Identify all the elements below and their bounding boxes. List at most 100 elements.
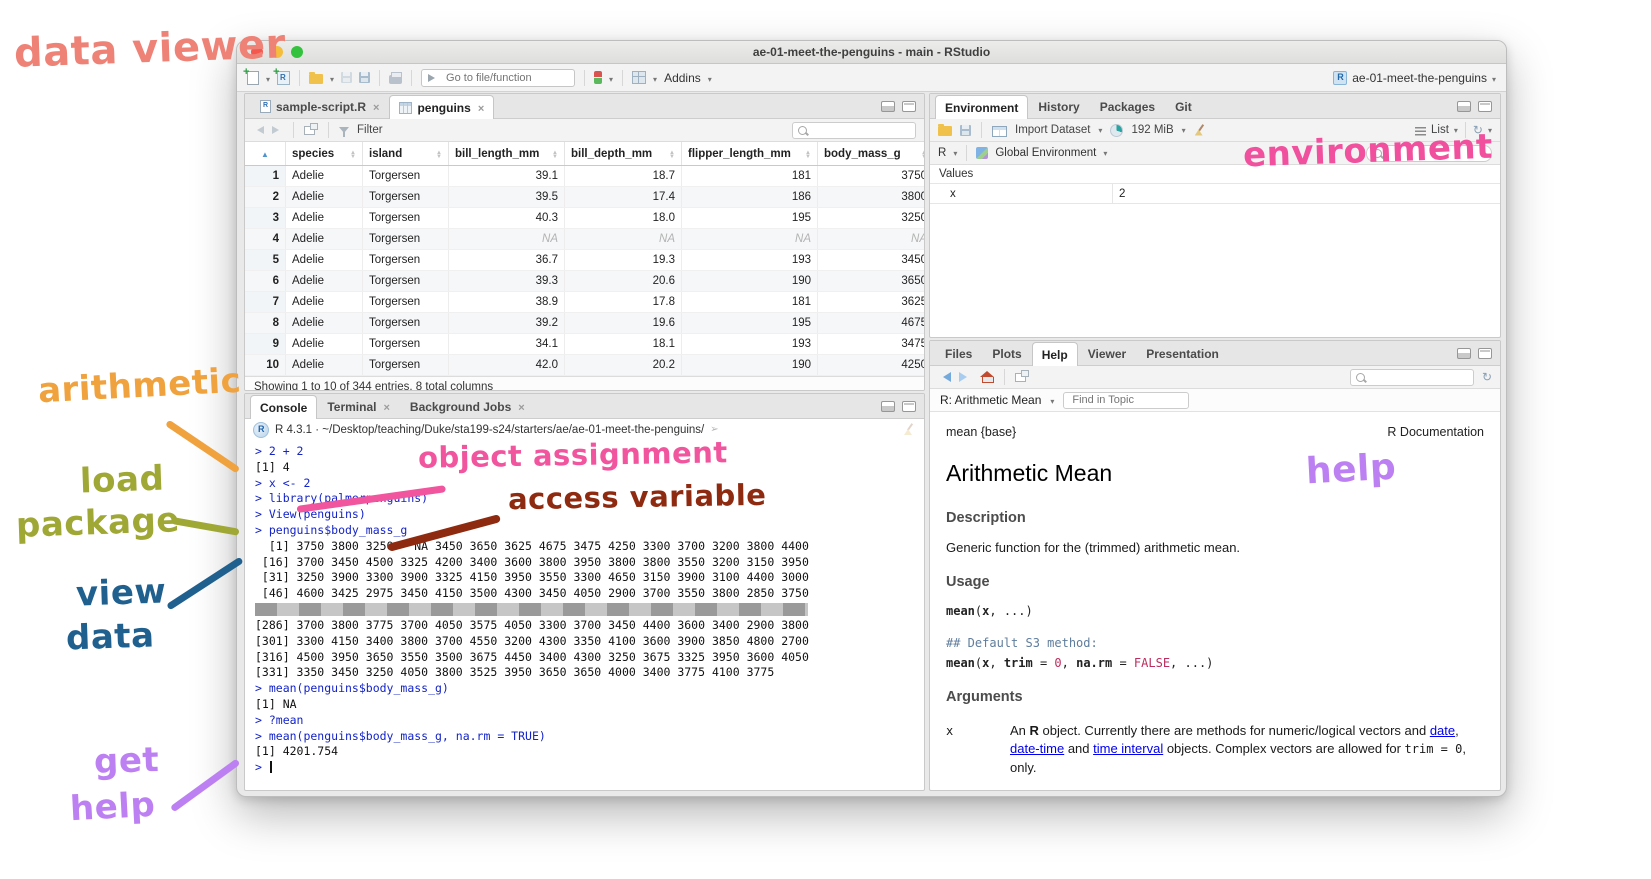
table-row[interactable]: 6AdelieTorgersen39.320.61903650male20 xyxy=(245,271,925,292)
addins-menu[interactable]: Addins xyxy=(664,71,701,85)
zoom-window-button[interactable] xyxy=(291,46,303,58)
maximize-pane-icon[interactable] xyxy=(902,401,916,412)
version-control-icon[interactable] xyxy=(594,71,602,84)
table-row[interactable]: 2AdelieTorgersen39.517.41863800female20 xyxy=(245,187,925,208)
environment-value-row[interactable]: x2 xyxy=(930,184,1500,204)
sort-toggle-icon[interactable] xyxy=(552,151,558,159)
project-menu[interactable]: ae-01-meet-the-penguins xyxy=(1333,71,1496,85)
data-viewer-search-input[interactable] xyxy=(811,123,903,137)
help-topic-caret-icon[interactable] xyxy=(1050,393,1054,407)
sort-toggle-icon[interactable] xyxy=(669,151,675,159)
minimize-pane-icon[interactable] xyxy=(881,101,895,112)
tab-plots[interactable]: Plots xyxy=(982,341,1031,365)
tab-git[interactable]: Git xyxy=(1165,94,1202,118)
table-row[interactable]: 4AdelieTorgersenNANANANANA20 xyxy=(245,229,925,250)
tab-history[interactable]: History xyxy=(1028,94,1089,118)
import-dataset-icon[interactable] xyxy=(992,126,1007,137)
sort-toggle-icon[interactable] xyxy=(436,151,442,159)
clear-console-icon[interactable] xyxy=(903,423,916,436)
find-in-topic-box[interactable] xyxy=(1063,392,1189,409)
forward-icon[interactable] xyxy=(959,372,972,382)
new-project-icon[interactable] xyxy=(277,71,290,85)
goto-file-function-input[interactable] xyxy=(444,71,558,85)
table-row[interactable]: 10AdelieTorgersen42.020.21904250NA20 xyxy=(245,355,925,376)
help-link[interactable]: date xyxy=(1430,723,1455,738)
help-searchbox[interactable] xyxy=(1350,369,1474,386)
import-dataset-caret-icon[interactable] xyxy=(1098,124,1102,136)
workspace-panes-icon[interactable] xyxy=(632,71,646,84)
help-topic-selector[interactable]: R: Arithmetic Mean xyxy=(940,393,1041,407)
column-header[interactable]: body_mass_g xyxy=(818,142,926,166)
filter-icon[interactable] xyxy=(339,127,349,133)
open-in-new-window-icon[interactable] xyxy=(304,126,315,135)
workspace-panes-caret-icon[interactable] xyxy=(653,71,657,85)
tab-sample-script[interactable]: sample-script.R xyxy=(250,94,389,118)
memory-usage-icon[interactable] xyxy=(1110,124,1123,137)
minimize-pane-icon[interactable] xyxy=(881,401,895,412)
open-file-icon[interactable] xyxy=(309,74,323,84)
save-workspace-icon[interactable] xyxy=(960,125,971,136)
table-row[interactable]: 1AdelieTorgersen39.118.71813750male20 xyxy=(245,166,925,187)
maximize-pane-icon[interactable] xyxy=(902,101,916,112)
memory-caret-icon[interactable] xyxy=(1182,124,1186,136)
column-header[interactable]: bill_depth_mm xyxy=(565,142,682,166)
back-icon[interactable] xyxy=(938,372,951,382)
goto-file-function-box[interactable] xyxy=(421,69,575,87)
minimize-pane-icon[interactable] xyxy=(1457,101,1471,112)
column-header[interactable]: species xyxy=(286,142,363,166)
tab-environment[interactable]: Environment xyxy=(935,95,1028,119)
data-viewer-searchbox[interactable] xyxy=(792,122,916,139)
print-icon[interactable] xyxy=(389,75,402,84)
table-row[interactable]: 8AdelieTorgersen39.219.61954675male20 xyxy=(245,313,925,334)
tab-background-jobs[interactable]: Background Jobs xyxy=(400,394,535,418)
open-file-caret-icon[interactable] xyxy=(330,71,334,85)
save-icon[interactable] xyxy=(341,72,352,83)
tab-help[interactable]: Help xyxy=(1032,342,1078,366)
new-file-caret-icon[interactable] xyxy=(266,71,270,85)
home-icon[interactable] xyxy=(980,371,994,383)
sort-toggle-icon[interactable] xyxy=(350,151,356,159)
help-link[interactable]: time interval xyxy=(1093,741,1163,756)
filter-button[interactable]: Filter xyxy=(357,124,383,136)
close-tab-icon[interactable] xyxy=(373,100,379,114)
column-header[interactable]: flipper_length_mm xyxy=(682,142,818,166)
load-workspace-icon[interactable] xyxy=(938,126,952,136)
environment-selector-caret-icon[interactable] xyxy=(1103,147,1107,159)
tab-packages[interactable]: Packages xyxy=(1090,94,1165,118)
close-tab-icon[interactable] xyxy=(383,400,389,414)
table-row[interactable]: 9AdelieTorgersen34.118.11933475NA20 xyxy=(245,334,925,355)
refresh-help-icon[interactable]: ↻ xyxy=(1482,371,1492,383)
maximize-pane-icon[interactable] xyxy=(1478,348,1492,359)
sort-toggle-icon[interactable] xyxy=(805,151,811,159)
close-tab-icon[interactable] xyxy=(518,400,524,414)
help-link[interactable]: date-time xyxy=(1010,741,1064,756)
table-row[interactable]: 5AdelieTorgersen36.719.31933450female20 xyxy=(245,250,925,271)
column-header[interactable] xyxy=(245,142,286,166)
tab-presentation[interactable]: Presentation xyxy=(1136,341,1229,365)
tab-viewer[interactable]: Viewer xyxy=(1078,341,1136,365)
sort-toggle-icon[interactable] xyxy=(921,151,925,159)
tab-files[interactable]: Files xyxy=(935,341,982,365)
language-selector[interactable]: R xyxy=(938,147,946,159)
memory-usage-label[interactable]: 192 MiB xyxy=(1131,124,1173,136)
forward-icon[interactable] xyxy=(272,126,283,134)
table-row[interactable]: 7AdelieTorgersen38.917.81813625female20 xyxy=(245,292,925,313)
import-dataset-button[interactable]: Import Dataset xyxy=(1015,124,1090,136)
show-directory-icon[interactable]: ➢ xyxy=(710,424,718,435)
clear-environment-icon[interactable] xyxy=(1194,124,1207,137)
new-file-icon[interactable] xyxy=(247,71,259,85)
language-caret-icon[interactable] xyxy=(953,147,957,159)
environment-selector[interactable]: Global Environment xyxy=(995,147,1096,159)
tab-penguins[interactable]: penguins xyxy=(389,95,494,119)
close-tab-icon[interactable] xyxy=(478,101,484,115)
column-header[interactable]: island xyxy=(363,142,449,166)
back-icon[interactable] xyxy=(253,126,264,134)
tab-console[interactable]: Console xyxy=(250,395,317,419)
minimize-pane-icon[interactable] xyxy=(1457,348,1471,359)
column-header[interactable]: bill_length_mm xyxy=(449,142,565,166)
save-all-icon[interactable] xyxy=(359,72,370,83)
tab-terminal[interactable]: Terminal xyxy=(317,394,400,418)
addins-caret-icon[interactable] xyxy=(708,71,712,85)
find-in-topic-input[interactable] xyxy=(1070,393,1174,407)
maximize-pane-icon[interactable] xyxy=(1478,101,1492,112)
